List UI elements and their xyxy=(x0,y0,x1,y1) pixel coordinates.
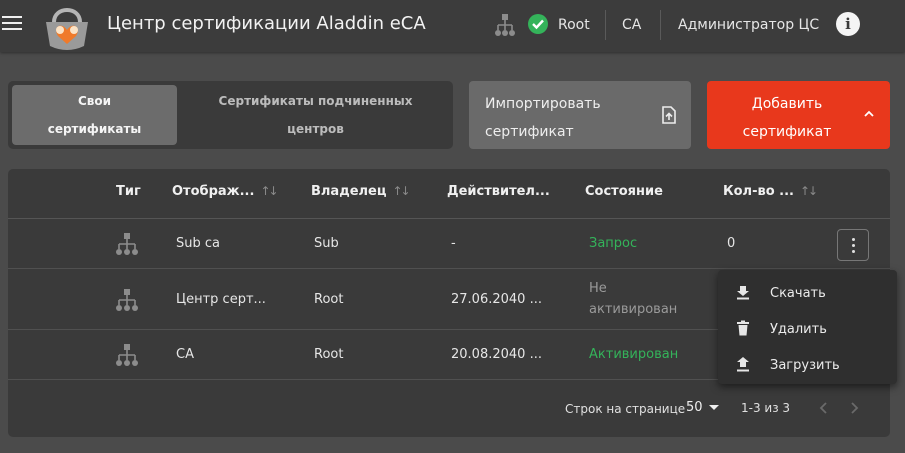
chevron-up-icon[interactable] xyxy=(862,107,876,121)
menu-icon[interactable] xyxy=(2,16,22,32)
cell-count: 0 xyxy=(727,236,736,251)
hierarchy-icon[interactable] xyxy=(494,13,516,37)
hierarchy-icon xyxy=(116,233,138,255)
trash-icon xyxy=(737,320,749,336)
menu-item-delete[interactable]: Удалить xyxy=(718,310,897,346)
button-label-line: Импортировать xyxy=(485,96,601,112)
app-title: Центр сертификации Aladdin eCA xyxy=(107,13,426,34)
add-certificate-button[interactable]: Добавить сертификат xyxy=(707,81,890,149)
cell-status: Запрос xyxy=(589,236,638,251)
cell-owner: Sub xyxy=(314,236,339,251)
tab-label-line: сертификаты xyxy=(47,122,142,136)
column-header-owner[interactable]: Владелец ↑↓ xyxy=(311,184,411,199)
tab-label-line: центров xyxy=(287,122,344,136)
status-line: активирован xyxy=(589,302,678,317)
column-header-type: Тиг xyxy=(116,184,141,199)
import-certificate-button[interactable]: Импортировать сертификат xyxy=(469,81,691,149)
cell-owner: Root xyxy=(314,347,344,362)
column-header-count[interactable]: Кол-во ... ↑↓ xyxy=(723,184,818,199)
sort-icon[interactable]: ↑↓ xyxy=(260,184,278,198)
chevron-right-icon[interactable] xyxy=(846,399,862,417)
menu-item-download[interactable]: Скачать xyxy=(718,274,897,310)
cell-valid-until: 20.08.2040 ... xyxy=(451,347,542,362)
app-logo xyxy=(46,8,88,50)
column-header-valid-until[interactable]: Действител... xyxy=(447,184,550,199)
ca-role-label[interactable]: CA xyxy=(622,17,641,33)
button-label-line: сертификат xyxy=(742,124,832,140)
tab-label-line: Свои xyxy=(77,94,112,108)
cell-valid-until: 27.06.2040 ... xyxy=(451,292,542,307)
upload-icon xyxy=(737,357,749,372)
tab-label-line: Сертификаты подчиненных xyxy=(218,94,413,108)
sort-icon[interactable]: ↑↓ xyxy=(800,184,818,198)
cell-status: Активирован xyxy=(589,347,679,362)
hierarchy-icon xyxy=(116,289,138,311)
table-row[interactable]: Sub ca Sub - Запрос 0 xyxy=(8,219,890,269)
button-label-line: Добавить xyxy=(751,96,823,112)
info-icon[interactable]: i xyxy=(836,12,860,36)
button-label-line: сертификат xyxy=(485,124,574,140)
cell-display-name: CA xyxy=(176,347,194,362)
tab-own-certificates[interactable]: Свои сертификаты xyxy=(12,85,177,145)
column-header-status[interactable]: Состояние xyxy=(585,184,663,199)
menu-item-label: Скачать xyxy=(770,286,826,301)
cell-display-name: Центр серт... xyxy=(176,292,266,307)
check-circle-icon xyxy=(528,14,548,34)
app-header: Центр сертификации Aladdin eCA Root CA А… xyxy=(0,0,905,52)
row-actions-menu: Скачать Удалить Загрузить xyxy=(718,270,897,384)
certificate-type-toggle: Свои сертификаты Сертификаты подчиненных… xyxy=(8,81,453,149)
hierarchy-icon xyxy=(116,344,138,366)
cell-display-name: Sub ca xyxy=(176,236,220,251)
menu-item-label: Загрузить xyxy=(770,358,840,373)
tab-subordinate-certificates[interactable]: Сертификаты подчиненных центров xyxy=(183,85,448,145)
table-header: Тиг Отображ... ↑↓ Владелец ↑↓ Действител..… xyxy=(8,169,890,219)
user-name[interactable]: Администратор ЦС xyxy=(678,17,819,33)
cell-status: Не активирован xyxy=(589,278,677,320)
header-divider xyxy=(660,10,661,40)
root-role-label[interactable]: Root xyxy=(558,17,590,33)
rows-per-page-select[interactable]: 50 xyxy=(686,400,719,415)
menu-item-upload[interactable]: Загрузить xyxy=(718,346,897,382)
column-header-display-name[interactable]: Отображ... ↑↓ xyxy=(172,184,279,199)
row-actions-button[interactable] xyxy=(837,229,869,261)
download-icon xyxy=(737,286,749,300)
status-line: Не xyxy=(589,281,607,296)
cell-valid-until: - xyxy=(451,236,456,251)
rows-per-page-label: Строк на странице xyxy=(565,402,686,416)
pagination-range: 1-3 из 3 xyxy=(741,401,791,415)
file-upload-icon xyxy=(662,106,676,124)
chevron-left-icon[interactable] xyxy=(816,399,832,417)
chevron-down-icon xyxy=(708,405,719,410)
cell-owner: Root xyxy=(314,292,344,307)
menu-item-label: Удалить xyxy=(770,322,827,337)
header-divider xyxy=(605,10,606,40)
sort-icon[interactable]: ↑↓ xyxy=(393,184,411,198)
